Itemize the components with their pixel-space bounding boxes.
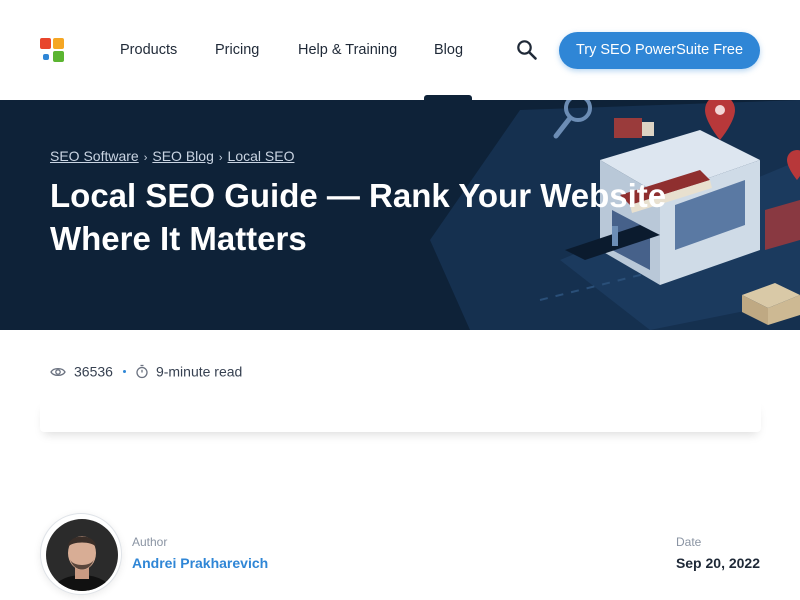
breadcrumb-seo-software[interactable]: SEO Software bbox=[50, 148, 139, 164]
content-card bbox=[40, 400, 761, 432]
eye-icon bbox=[50, 365, 66, 377]
breadcrumb: SEO Software › SEO Blog › Local SEO bbox=[50, 148, 294, 164]
logo-icon[interactable] bbox=[40, 38, 66, 64]
breadcrumb-seo-blog[interactable]: SEO Blog bbox=[152, 148, 213, 164]
avatar[interactable] bbox=[40, 513, 122, 595]
nav-products[interactable]: Products bbox=[120, 41, 177, 59]
nav-help-training[interactable]: Help & Training bbox=[298, 41, 397, 59]
breadcrumb-local-seo[interactable]: Local SEO bbox=[228, 148, 295, 164]
date-label: Date bbox=[676, 535, 702, 549]
page-title: Local SEO Guide — Rank Your Website Wher… bbox=[50, 177, 667, 257]
article-meta: 36536 9-minute read bbox=[50, 362, 242, 380]
nav-blog[interactable]: Blog bbox=[434, 41, 463, 59]
view-count: 36536 bbox=[74, 363, 113, 380]
author-label: Author bbox=[132, 535, 168, 549]
separator-dot bbox=[122, 369, 126, 373]
chevron-right-icon: › bbox=[143, 152, 148, 164]
author-name[interactable]: Andrei Prakharevich bbox=[132, 555, 268, 571]
nav-pricing[interactable]: Pricing bbox=[215, 41, 259, 59]
read-time: 9-minute read bbox=[155, 363, 243, 380]
hero-banner: SEO Software › SEO Blog › Local SEO Local SE… bbox=[0, 100, 800, 330]
chevron-right-icon: › bbox=[218, 152, 223, 164]
stopwatch-icon bbox=[136, 364, 148, 379]
site-header: Products Pricing Help & Training Blog Tr… bbox=[0, 0, 800, 100]
try-free-button[interactable]: Try SEO PowerSuite Free bbox=[559, 32, 760, 69]
search-icon[interactable] bbox=[516, 39, 538, 61]
publish-date: Sep 20, 2022 bbox=[675, 555, 760, 571]
